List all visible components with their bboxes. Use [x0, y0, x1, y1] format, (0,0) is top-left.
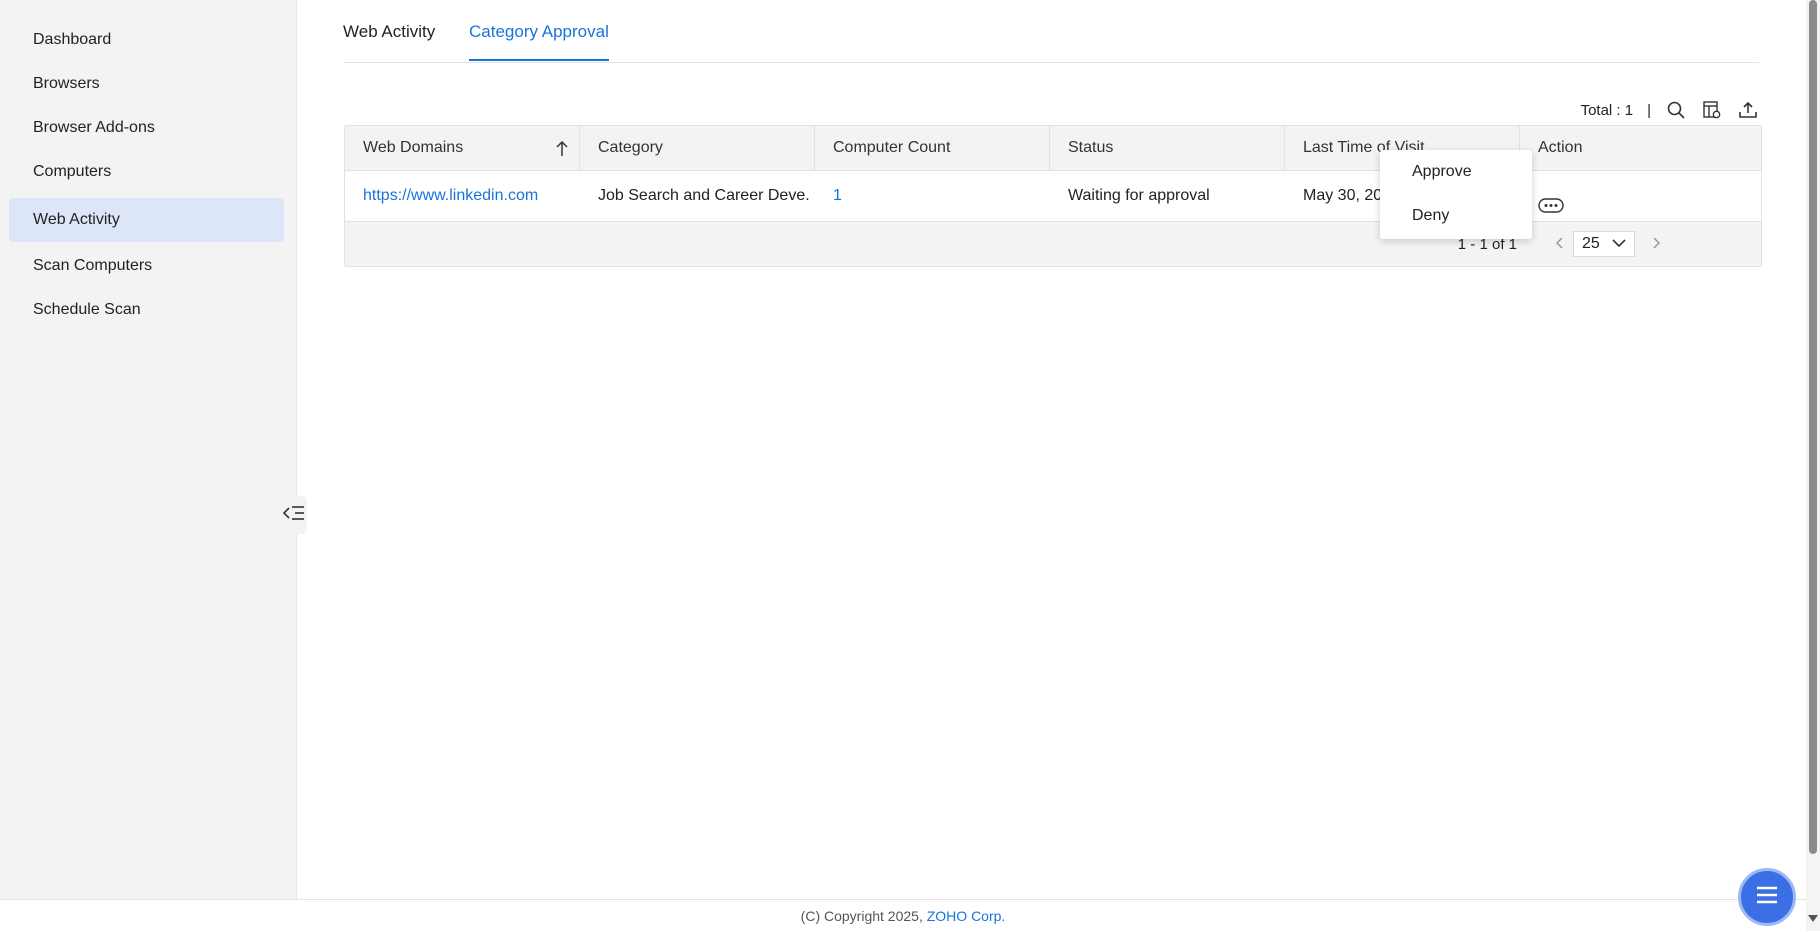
column-header-action: Action: [1538, 139, 1583, 156]
toolbar-separator: |: [1647, 101, 1651, 119]
chevron-down-icon: [1612, 235, 1626, 253]
company-link[interactable]: ZOHO Corp.: [927, 908, 1006, 924]
page-scrollbar[interactable]: [1806, 0, 1820, 931]
column-header-computer-count[interactable]: Computer Count: [815, 126, 1050, 170]
tab-category-approval[interactable]: Category Approval: [469, 22, 609, 61]
table-header: Web Domains Category Computer Count Stat…: [345, 126, 1761, 171]
main-content: Web Activity Category Approval Total : 1…: [297, 0, 1806, 899]
table-toolbar: Total : 1 |: [1581, 98, 1759, 122]
column-settings-icon[interactable]: [1701, 99, 1723, 121]
menu-icon: [1755, 885, 1779, 910]
web-domain-link[interactable]: https://www.linkedin.com: [345, 171, 580, 221]
column-header-status[interactable]: Status: [1050, 126, 1285, 170]
tab-web-activity[interactable]: Web Activity: [343, 22, 435, 59]
next-page-icon[interactable]: [1651, 236, 1661, 253]
footer: (C) Copyright 2025, ZOHO Corp.: [0, 899, 1806, 932]
quick-menu-button[interactable]: [1738, 868, 1796, 926]
scroll-down-arrow-icon[interactable]: [1808, 915, 1818, 922]
sidebar-item-browser-add-ons[interactable]: Browser Add-ons: [9, 106, 284, 150]
column-header-category[interactable]: Category: [580, 126, 815, 170]
table-row: https://www.linkedin.com Job Search and …: [345, 171, 1761, 222]
sidebar-item-dashboard[interactable]: Dashboard: [9, 18, 284, 62]
category-approval-table: Web Domains Category Computer Count Stat…: [344, 125, 1762, 267]
status-cell: Waiting for approval: [1068, 187, 1210, 204]
page-size-value: 25: [1582, 235, 1600, 252]
action-cell: [1520, 171, 1761, 221]
more-options-icon[interactable]: [1538, 185, 1564, 221]
action-menu: Approve Deny: [1380, 150, 1532, 239]
column-header-web-domains[interactable]: Web Domains: [345, 126, 580, 170]
search-icon[interactable]: [1665, 99, 1687, 121]
scrollbar-thumb[interactable]: [1809, 0, 1817, 854]
column-header-label: Web Domains: [363, 139, 464, 156]
page-size-select[interactable]: 25: [1573, 231, 1635, 257]
deny-menu-item[interactable]: Deny: [1380, 194, 1532, 238]
export-icon[interactable]: [1737, 99, 1759, 121]
tab-bar: Web Activity Category Approval: [343, 0, 1759, 63]
sidebar-item-scan-computers[interactable]: Scan Computers: [9, 244, 284, 288]
sidebar-item-browsers[interactable]: Browsers: [9, 62, 284, 106]
sort-ascending-icon[interactable]: [555, 126, 569, 170]
sidebar: Dashboard Browsers Browser Add-ons Compu…: [0, 0, 297, 899]
approve-menu-item[interactable]: Approve: [1380, 150, 1532, 194]
total-count: Total : 1: [1580, 101, 1634, 119]
sidebar-item-web-activity[interactable]: Web Activity: [9, 198, 284, 242]
sidebar-item-schedule-scan[interactable]: Schedule Scan: [9, 288, 284, 332]
sidebar-item-computers[interactable]: Computers: [9, 150, 284, 194]
previous-page-icon[interactable]: [1555, 236, 1565, 253]
category-cell: Job Search and Career Deve...: [598, 187, 810, 204]
computer-count-link[interactable]: 1: [815, 171, 1050, 221]
copyright-text: (C) Copyright 2025,: [800, 908, 923, 924]
